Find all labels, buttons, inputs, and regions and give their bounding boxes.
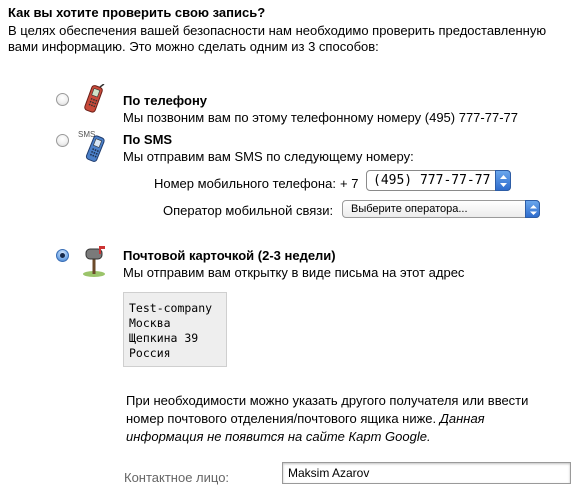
option-phone-desc: Мы позвоним вам по этому телефонному ном…	[123, 110, 518, 125]
phone-number-select[interactable]: (495) 777-77-77	[366, 170, 511, 191]
address-line: Москва	[129, 316, 171, 330]
option-phone-title: По телефону	[123, 93, 208, 108]
sms-icon-text: SMS	[78, 130, 95, 139]
select-arrows-icon[interactable]	[495, 170, 511, 191]
option-sms-desc: Мы отправим вам SMS по следующему номеру…	[123, 149, 414, 164]
phone-number-value: (495) 777-77-77	[373, 173, 491, 188]
phone-prefix: + 7	[340, 176, 359, 191]
mailbox-icon	[80, 244, 110, 281]
intro-text: В целях обеспечения вашей безопасности н…	[8, 23, 547, 54]
option-sms-title: По SMS	[123, 132, 173, 147]
radio-phone[interactable]	[56, 93, 69, 106]
sms-phone-icon: SMS	[78, 128, 112, 167]
option-postcard-title: Почтовой карточкой (2-3 недели)	[123, 248, 336, 263]
contact-person-label: Контактное лицо:	[124, 470, 230, 485]
operator-label: Оператор мобильной связи:	[163, 203, 334, 218]
address-line: Россия	[129, 346, 171, 360]
radio-postcard[interactable]	[56, 249, 69, 262]
recipient-note: При необходимости можно указать другого …	[126, 392, 546, 446]
option-postcard-desc: Мы отправим вам открытку в виде письма н…	[123, 265, 465, 280]
address-line: Щепкина 39	[129, 331, 199, 345]
radio-sms[interactable]	[56, 134, 69, 147]
select-arrows-icon[interactable]	[525, 200, 540, 218]
address-line: Test-company	[129, 301, 213, 315]
page-title: Как вы хотите проверить свою запись?	[8, 5, 266, 20]
contact-person-input[interactable]	[282, 462, 571, 484]
operator-value: Выберите оператора...	[351, 203, 468, 215]
phone-number-label: Номер мобильного телефона:	[154, 176, 336, 191]
operator-select[interactable]: Выберите оператора...	[342, 200, 540, 218]
mobile-phone-icon	[80, 83, 112, 121]
address-box: Test-company Москва Щепкина 39 Россия	[123, 292, 227, 367]
